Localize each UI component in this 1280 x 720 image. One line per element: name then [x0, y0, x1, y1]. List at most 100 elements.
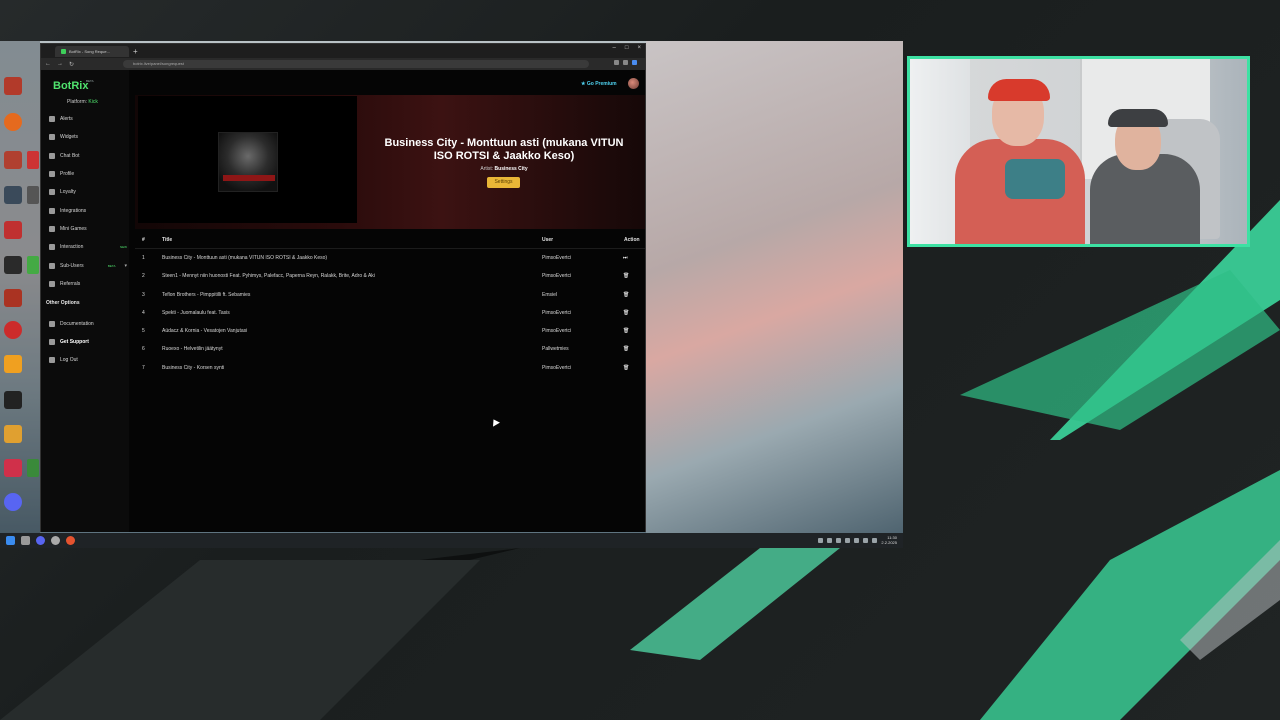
sidebar-item-integrations[interactable]: Integrations: [49, 206, 127, 215]
table-row: 7 Business City - Korsen synti PimsoEver…: [142, 364, 630, 371]
botrix-app: BotRix BETA Platform: Kick Alerts Widget…: [41, 70, 645, 532]
sidebar-item-documentation[interactable]: Documentation: [49, 319, 127, 328]
trash-icon[interactable]: 🗑: [623, 346, 629, 352]
trash-icon[interactable]: 🗑: [623, 292, 629, 298]
forward-icon[interactable]: →: [57, 61, 63, 67]
sidebar-item-chat-bot[interactable]: Chat Bot: [49, 151, 127, 160]
address-bar-actions: [614, 60, 637, 65]
browser-window: BotRix - Song Reque... + – □ × ← → ↻ bot…: [40, 43, 646, 532]
sidebar-item-sub-users[interactable]: Sub-Users BETA ▾: [49, 261, 127, 270]
tray-icon[interactable]: [845, 537, 851, 543]
desktop-icon[interactable]: [27, 151, 39, 169]
widgets-icon: [49, 133, 55, 140]
go-premium-link[interactable]: ★ Go Premium: [581, 81, 617, 87]
clock[interactable]: 11:30 2.2.2025: [881, 535, 897, 545]
botrix-logo[interactable]: BotRix: [53, 80, 88, 92]
chevron-down-icon: ▾: [124, 262, 127, 269]
desktop-icons: [0, 41, 40, 533]
desktop-icon[interactable]: [4, 459, 22, 477]
trash-icon[interactable]: 🗑: [623, 365, 629, 371]
sidebar-item-referrals[interactable]: Referrals: [49, 279, 127, 288]
taskbar: 11:30 2.2.2025: [0, 533, 903, 548]
desktop-icon[interactable]: [4, 186, 22, 204]
desktop-icon[interactable]: [4, 321, 22, 339]
sidebar-item-interaction[interactable]: Interaction NEW: [49, 242, 127, 251]
table-row: 5 Aüdacz & Kornia - Vesatojen Vanjutasi …: [142, 328, 630, 335]
close-button[interactable]: ×: [637, 45, 641, 51]
now-playing-title: Business City - Monttuun asti (mukana VI…: [384, 137, 624, 162]
desktop-icon[interactable]: [4, 77, 22, 95]
back-icon[interactable]: ←: [45, 61, 51, 67]
platform-value[interactable]: Kick: [88, 99, 97, 105]
taskbar-app-icon[interactable]: [51, 536, 60, 545]
extension-icon[interactable]: [614, 60, 619, 65]
sidebar-item-profile[interactable]: Profile: [49, 169, 127, 178]
music-icon: [49, 243, 55, 250]
robot-icon: [49, 152, 55, 159]
tray-icon[interactable]: [854, 537, 860, 543]
trash-icon[interactable]: 🗑: [623, 328, 629, 334]
wifi-icon[interactable]: [863, 537, 869, 543]
volume-icon[interactable]: [872, 537, 878, 543]
cover-red-band: [223, 175, 275, 181]
sidebar-item-alerts[interactable]: Alerts: [49, 114, 127, 123]
sidebar-item-loyalty[interactable]: Loyalty: [49, 187, 127, 196]
col-action: Action: [624, 237, 640, 243]
firefox-icon[interactable]: [4, 113, 22, 131]
referral-icon: [49, 280, 55, 287]
users-icon: [49, 262, 55, 269]
tray-icon[interactable]: [836, 537, 842, 543]
desktop-icon[interactable]: [4, 289, 22, 307]
url-field[interactable]: botrix.live/panel/songrequest: [123, 60, 589, 68]
album-cover-image: [218, 132, 278, 192]
desktop-icon[interactable]: [4, 151, 22, 169]
table-row: 6 Ruoexo - Helvetilin jäätynyt Pallwetmi…: [142, 346, 630, 353]
trash-icon[interactable]: 🗑: [623, 273, 629, 279]
reload-icon[interactable]: ↻: [69, 61, 74, 68]
now-playing-header: Business City - Monttuun asti (mukana VI…: [135, 95, 645, 229]
extension-icon[interactable]: [623, 60, 628, 65]
bell-icon: [49, 115, 55, 122]
new-tab-button[interactable]: +: [133, 47, 138, 56]
streamer-2-cap: [1108, 109, 1168, 127]
desktop-icon[interactable]: [27, 256, 39, 274]
doc-icon: [49, 320, 55, 327]
bookmark-star-icon[interactable]: [632, 60, 637, 65]
taskbar-app-icon[interactable]: [21, 536, 30, 545]
discord-icon[interactable]: [4, 493, 22, 511]
desktop-icon[interactable]: [4, 256, 22, 274]
sidebar-item-get-support[interactable]: Get Support: [49, 337, 127, 346]
star-icon: [49, 188, 55, 195]
album-art-panel: [138, 96, 357, 223]
user-icon: [49, 170, 55, 177]
windows-start-icon[interactable]: [6, 536, 15, 545]
skip-icon[interactable]: ⏭: [623, 255, 628, 261]
trash-icon[interactable]: 🗑: [623, 310, 629, 316]
tray-icon[interactable]: [827, 537, 833, 543]
desktop-icon[interactable]: [4, 355, 22, 373]
song-queue-table: # Title User Action 1 Business City - Mo…: [135, 231, 645, 377]
settings-button[interactable]: Settings: [487, 177, 520, 188]
taskbar-app-icon[interactable]: [36, 536, 45, 545]
sidebar: BotRix BETA Platform: Kick Alerts Widget…: [41, 70, 129, 532]
table-row: 3 Teflon Brothers - Pimppitilli ft. Seba…: [142, 291, 630, 298]
support-icon: [49, 338, 55, 345]
sidebar-item-mini-games[interactable]: Mini Games: [49, 224, 127, 233]
desktop-icon[interactable]: [4, 391, 22, 409]
desktop-icon[interactable]: [27, 186, 39, 204]
streamer-1-shirt-print: [1005, 159, 1065, 199]
browser-tab[interactable]: BotRix - Song Reque...: [55, 45, 129, 57]
sidebar-item-widgets[interactable]: Widgets: [49, 132, 127, 141]
tray-icon[interactable]: [818, 537, 824, 543]
taskbar-app-icon[interactable]: [66, 536, 75, 545]
avatar[interactable]: [628, 78, 639, 89]
new-badge: NEW: [120, 244, 127, 249]
sidebar-item-log-out[interactable]: Log Out: [49, 355, 127, 364]
minimize-button[interactable]: –: [613, 45, 616, 51]
table-header: # Title User Action: [135, 231, 645, 249]
desktop-icon[interactable]: [4, 425, 22, 443]
maximize-button[interactable]: □: [625, 45, 629, 51]
desktop-icon[interactable]: [27, 459, 39, 477]
desktop-icon[interactable]: [4, 221, 22, 239]
other-options-heading: Other Options: [46, 300, 80, 306]
